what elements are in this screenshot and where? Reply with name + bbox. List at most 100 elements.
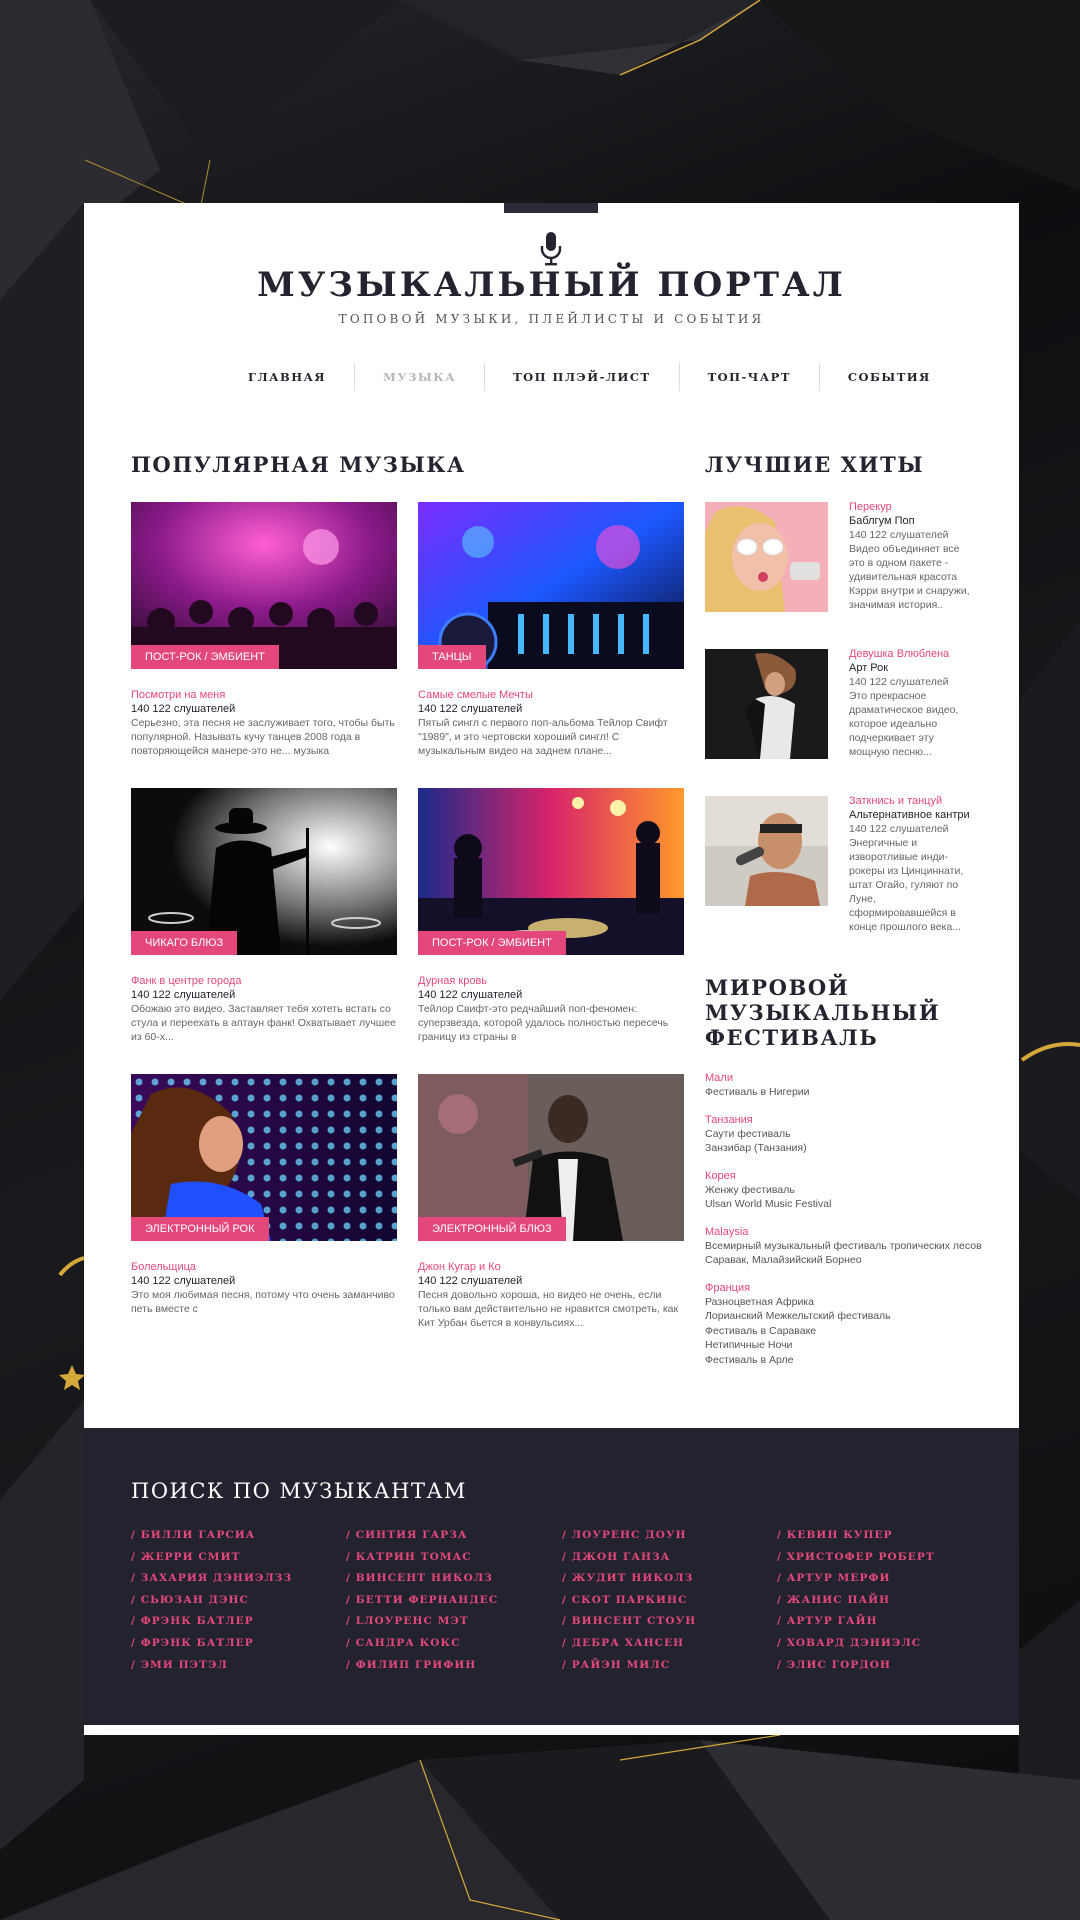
festival-event[interactable]: Женжу фестиваль xyxy=(705,1183,995,1198)
nav-music[interactable]: МУЗЫКА xyxy=(354,363,484,391)
genre-tag[interactable]: ЭЛЕКТРОННЫЙ БЛЮЗ xyxy=(418,1217,566,1241)
festival-country[interactable]: Танзания xyxy=(705,1113,995,1127)
song-description: Это моя любимая песня, потому что очень … xyxy=(131,1289,395,1315)
song-title-link[interactable]: Джон Кугар и Ко xyxy=(418,1260,684,1274)
listener-count: 140 122 слушателей xyxy=(849,823,949,835)
popular-item-3: Фанк в центре города 140 122 слушателей … xyxy=(131,974,397,1044)
artist-link[interactable]: / ДЕБРА ХАНСЕН xyxy=(562,1633,772,1655)
song-title-link[interactable]: Фанк в центре города xyxy=(131,974,397,988)
song-title-link[interactable]: Посмотри на меня xyxy=(131,688,397,702)
genre-tag[interactable]: ТАНЦЫ xyxy=(418,645,486,669)
artist-column-2: / СИНТИЯ ГАРЗА / КАТРИН ТОМАС / ВИНСЕНТ … xyxy=(346,1525,556,1676)
artist-link[interactable]: / ХОВАРД ДЭНИЭЛС xyxy=(777,1633,987,1655)
hit-thumb-1[interactable] xyxy=(705,502,828,612)
listener-count: 140 122 слушателей xyxy=(418,1275,523,1287)
listener-count: 140 122 слушателей xyxy=(418,989,523,1001)
festival-country[interactable]: Корея xyxy=(705,1169,995,1183)
hit-title-link[interactable]: Заткнись и танцуй xyxy=(849,794,974,808)
popular-thumb-4[interactable]: ПОСТ-РОК / ЭМБИЕНТ xyxy=(418,788,684,955)
listener-count: 140 122 слушателей xyxy=(131,1275,236,1287)
artist-link[interactable]: / ХРИСТОФЕР РОБЕРТ xyxy=(777,1547,987,1569)
artist-link[interactable]: / ФИЛИП ГРИФИН xyxy=(346,1655,556,1677)
hit-item-3: Заткнись и танцуй Альтернативное кантри … xyxy=(849,794,974,934)
popular-thumb-1[interactable]: ПОСТ-РОК / ЭМБИЕНТ xyxy=(131,502,397,669)
popular-item-5: Болельщица 140 122 слушателей Это моя лю… xyxy=(131,1260,397,1316)
listener-count: 140 122 слушателей xyxy=(849,529,949,541)
popular-item-4: Дурная кровь 140 122 слушателей Тейлор С… xyxy=(418,974,684,1044)
popular-thumb-3[interactable]: ЧИКАГО БЛЮЗ xyxy=(131,788,397,955)
microphone-icon xyxy=(540,232,562,266)
artist-link[interactable]: / СЬЮЗАН ДЭНС xyxy=(131,1590,341,1612)
song-title-link[interactable]: Болельщица xyxy=(131,1260,397,1274)
hit-thumb-2[interactable] xyxy=(705,649,828,759)
nav-top-chart[interactable]: ТОП-ЧАРТ xyxy=(678,363,819,391)
festival-country[interactable]: Франция xyxy=(705,1281,995,1295)
festival-event[interactable]: Лорианский Межкельтский фестиваль xyxy=(705,1309,995,1324)
festival-event[interactable]: Разноцветная Африка xyxy=(705,1295,995,1310)
festival-country[interactable]: Malaysia xyxy=(705,1225,995,1239)
genre-tag[interactable]: ЭЛЕКТРОННЫЙ РОК xyxy=(131,1217,269,1241)
artist-link[interactable]: / БЕТТИ ФЕРНАНДЕС xyxy=(346,1590,556,1612)
song-title-link[interactable]: Самые смелые Мечты xyxy=(418,688,684,702)
artist-link[interactable]: / ЖУДИТ НИКОЛЗ xyxy=(562,1568,772,1590)
artist-link[interactable]: / ЭЛИС ГОРДОН xyxy=(777,1655,987,1677)
artist-link[interactable]: / СКОТ ПАРКИНС xyxy=(562,1590,772,1612)
genre-tag[interactable]: ЧИКАГО БЛЮЗ xyxy=(131,931,238,955)
nav-top-playlist[interactable]: ТОП ПЛЭЙ-ЛИСТ xyxy=(484,363,679,391)
popular-thumb-5[interactable]: ЭЛЕКТРОННЫЙ РОК xyxy=(131,1074,397,1241)
artist-link[interactable]: / КАТРИН ТОМАС xyxy=(346,1547,556,1569)
festival-event[interactable]: Всемирный музыкальный фестиваль тропичес… xyxy=(705,1239,995,1254)
hit-item-1: Перекур Баблгум Поп 140 122 слушателей В… xyxy=(849,500,974,612)
artist-link[interactable]: / АРТУР МЕРФИ xyxy=(777,1568,987,1590)
artist-link[interactable]: / СИНТИЯ ГАРЗА xyxy=(346,1525,556,1547)
popular-item-2: Самые смелые Мечты 140 122 слушателей Пя… xyxy=(418,688,684,758)
artist-link[interactable]: / САНДРА КОКС xyxy=(346,1633,556,1655)
song-title-link[interactable]: Дурная кровь xyxy=(418,974,684,988)
festival-event[interactable]: Занзибар (Танзания) xyxy=(705,1141,995,1156)
festival-event[interactable]: Саути фестиваль xyxy=(705,1127,995,1142)
popular-thumb-2[interactable]: ТАНЦЫ xyxy=(418,502,684,669)
artist-column-4: / КЕВИН КУПЕР / ХРИСТОФЕР РОБЕРТ / АРТУР… xyxy=(777,1525,987,1676)
festival-event[interactable]: Саравак, Малайзийский Борнео xyxy=(705,1253,995,1268)
artist-link[interactable]: / ЛОУРЕНС ДОУН xyxy=(562,1525,772,1547)
popular-item-6: Джон Кугар и Ко 140 122 слушателей Песня… xyxy=(418,1260,684,1330)
artist-link[interactable]: / ВИНСЕНТ НИКОЛЗ xyxy=(346,1568,556,1590)
artist-link[interactable]: / АРТУР ГАЙН xyxy=(777,1611,987,1633)
festival-country[interactable]: Мали xyxy=(705,1071,995,1085)
hit-thumb-3[interactable] xyxy=(705,796,828,906)
popular-thumb-6[interactable]: ЭЛЕКТРОННЫЙ БЛЮЗ xyxy=(418,1074,684,1241)
artist-link[interactable]: / ЭМИ ПЭТЭЛ xyxy=(131,1655,341,1677)
song-description: Пятый сингл с первого поп-альбома Тейлор… xyxy=(418,717,668,757)
artist-link[interactable]: / ВИНСЕНТ СТОУН xyxy=(562,1611,772,1633)
festival-event[interactable]: Ulsan World Music Festival xyxy=(705,1197,995,1212)
artist-link[interactable]: / LЛОУРЕНС МЭТ xyxy=(346,1611,556,1633)
festival-list: Мали Фестиваль в Нигерии Танзания Саути … xyxy=(705,1071,995,1367)
artist-link[interactable]: / ФРЭНК БАТЛЕР xyxy=(131,1611,341,1633)
popular-item-1: Посмотри на меня 140 122 слушателей Серь… xyxy=(131,688,397,758)
hit-title-link[interactable]: Перекур xyxy=(849,500,974,514)
artist-link[interactable]: / КЕВИН КУПЕР xyxy=(777,1525,987,1547)
festival-event[interactable]: Фестиваль в Нигерии xyxy=(705,1085,995,1100)
festival-event[interactable]: Нетипичные Ночи xyxy=(705,1338,995,1353)
festival-event[interactable]: Фестиваль в Сараваке xyxy=(705,1324,995,1339)
artist-link[interactable]: / ДЖОН ГАНЗА xyxy=(562,1547,772,1569)
hits-heading: ЛУЧШИЕ ХИТЫ xyxy=(705,452,925,477)
artist-link[interactable]: / ЖАНИС ПАЙН xyxy=(777,1590,987,1612)
artist-column-1: / БИЛЛИ ГАРСИА / ЖЕРРИ СМИТ / ЗАХАРИЯ ДЭ… xyxy=(131,1525,341,1676)
nav-home[interactable]: ГЛАВНАЯ xyxy=(220,363,354,391)
artist-link[interactable]: / БИЛЛИ ГАРСИА xyxy=(131,1525,341,1547)
hit-genre: Арт Рок xyxy=(849,662,889,674)
hit-title-link[interactable]: Девушка Влюблена xyxy=(849,647,974,661)
festival-event[interactable]: Фестиваль в Арле xyxy=(705,1353,995,1368)
listener-count: 140 122 слушателей xyxy=(131,989,236,1001)
artist-link[interactable]: / ФРЭНК БАТЛЕР xyxy=(131,1633,341,1655)
footer-heading: ПОИСК ПО МУЗЫКАНТАМ xyxy=(131,1479,467,1503)
main-nav: ГЛАВНАЯ МУЗЫКА ТОП ПЛЭЙ-ЛИСТ ТОП-ЧАРТ СО… xyxy=(220,363,929,391)
artist-link[interactable]: / ЗАХАРИЯ ДЭНИЭЛЗЗ xyxy=(131,1568,341,1590)
genre-tag[interactable]: ПОСТ-РОК / ЭМБИЕНТ xyxy=(418,931,566,955)
genre-tag[interactable]: ПОСТ-РОК / ЭМБИЕНТ xyxy=(131,645,279,669)
artist-link[interactable]: / РАЙЭН МИЛС xyxy=(562,1655,772,1677)
nav-events[interactable]: СОБЫТИЯ xyxy=(818,363,959,391)
popular-heading: ПОПУЛЯРНАЯ МУЗЫКА xyxy=(131,452,466,477)
artist-link[interactable]: / ЖЕРРИ СМИТ xyxy=(131,1547,341,1569)
